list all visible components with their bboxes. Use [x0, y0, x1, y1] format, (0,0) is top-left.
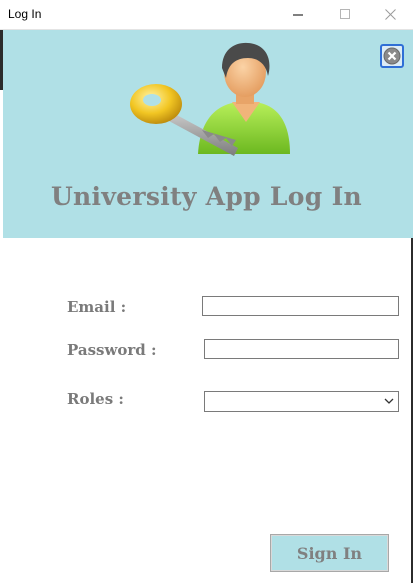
form-close-button[interactable] [380, 44, 404, 68]
window-titlebar: Log In [0, 0, 413, 30]
minimize-button[interactable] [275, 0, 321, 29]
password-field[interactable] [204, 339, 399, 359]
close-icon [384, 9, 396, 20]
close-circle-icon [383, 47, 401, 65]
sign-in-button[interactable]: Sign In [270, 534, 389, 572]
maximize-button[interactable] [322, 0, 368, 29]
user-key-icon [130, 42, 290, 156]
password-label: Password : [67, 341, 157, 359]
window-title: Log In [8, 7, 42, 21]
maximize-icon [339, 9, 350, 19]
roles-dropdown[interactable] [204, 391, 399, 412]
app-title: University App Log In [50, 182, 363, 211]
window-close-button[interactable] [367, 0, 413, 29]
minimize-icon [292, 14, 303, 16]
roles-label: Roles : [67, 390, 124, 408]
chevron-down-icon [384, 398, 394, 404]
email-label: Email : [67, 298, 127, 316]
email-field[interactable] [202, 296, 399, 316]
